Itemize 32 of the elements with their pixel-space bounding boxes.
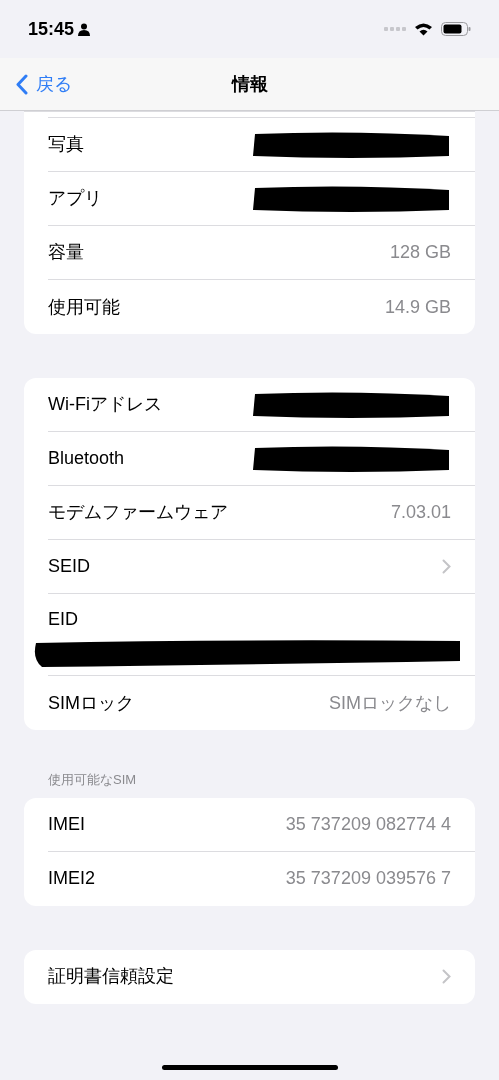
row-label: SIMロック [48,691,134,715]
row-label: Bluetooth [48,447,125,470]
person-icon [78,22,91,36]
row-label: IMEI [48,812,85,836]
settings-row[interactable]: 証明書信頼設定 [48,949,475,1004]
row-label: 証明書信頼設定 [48,965,174,988]
back-button[interactable]: 戻る [16,70,72,98]
row-value: 35 737209 039576 7 [285,867,451,890]
chevron-icon [442,559,451,574]
back-chevron-icon [16,73,28,95]
row-label: Wi-Fiアドレス [48,393,162,416]
row-value: SIMロックなし [329,691,451,715]
row-label: アプリ [48,187,102,210]
settings-row[interactable]: SEID [48,540,475,594]
chevron-icon [442,969,451,984]
section-header: 使用可能なSIM [47,771,138,789]
row-label: 使用可能 [48,295,120,319]
battery-icon [441,22,471,36]
signal-icon [384,27,406,31]
row-label: IMEI2 [48,867,95,890]
row-label: モデムファームウェア [48,501,228,524]
row-value: 128 GB [389,241,451,264]
row-value: 14.9 GB [384,295,451,319]
row-label: 写真 [48,133,84,156]
row-label: EID [48,608,79,631]
row-label: 容量 [48,241,84,264]
nav-title: 情報 [231,72,268,96]
row-value: 7.03.01 [390,501,451,524]
wifi-icon [414,22,433,36]
row-value: 35 737209 082774 4 [285,812,451,836]
status-time: 15:45 [28,17,75,41]
row-label: SEID [48,555,90,578]
